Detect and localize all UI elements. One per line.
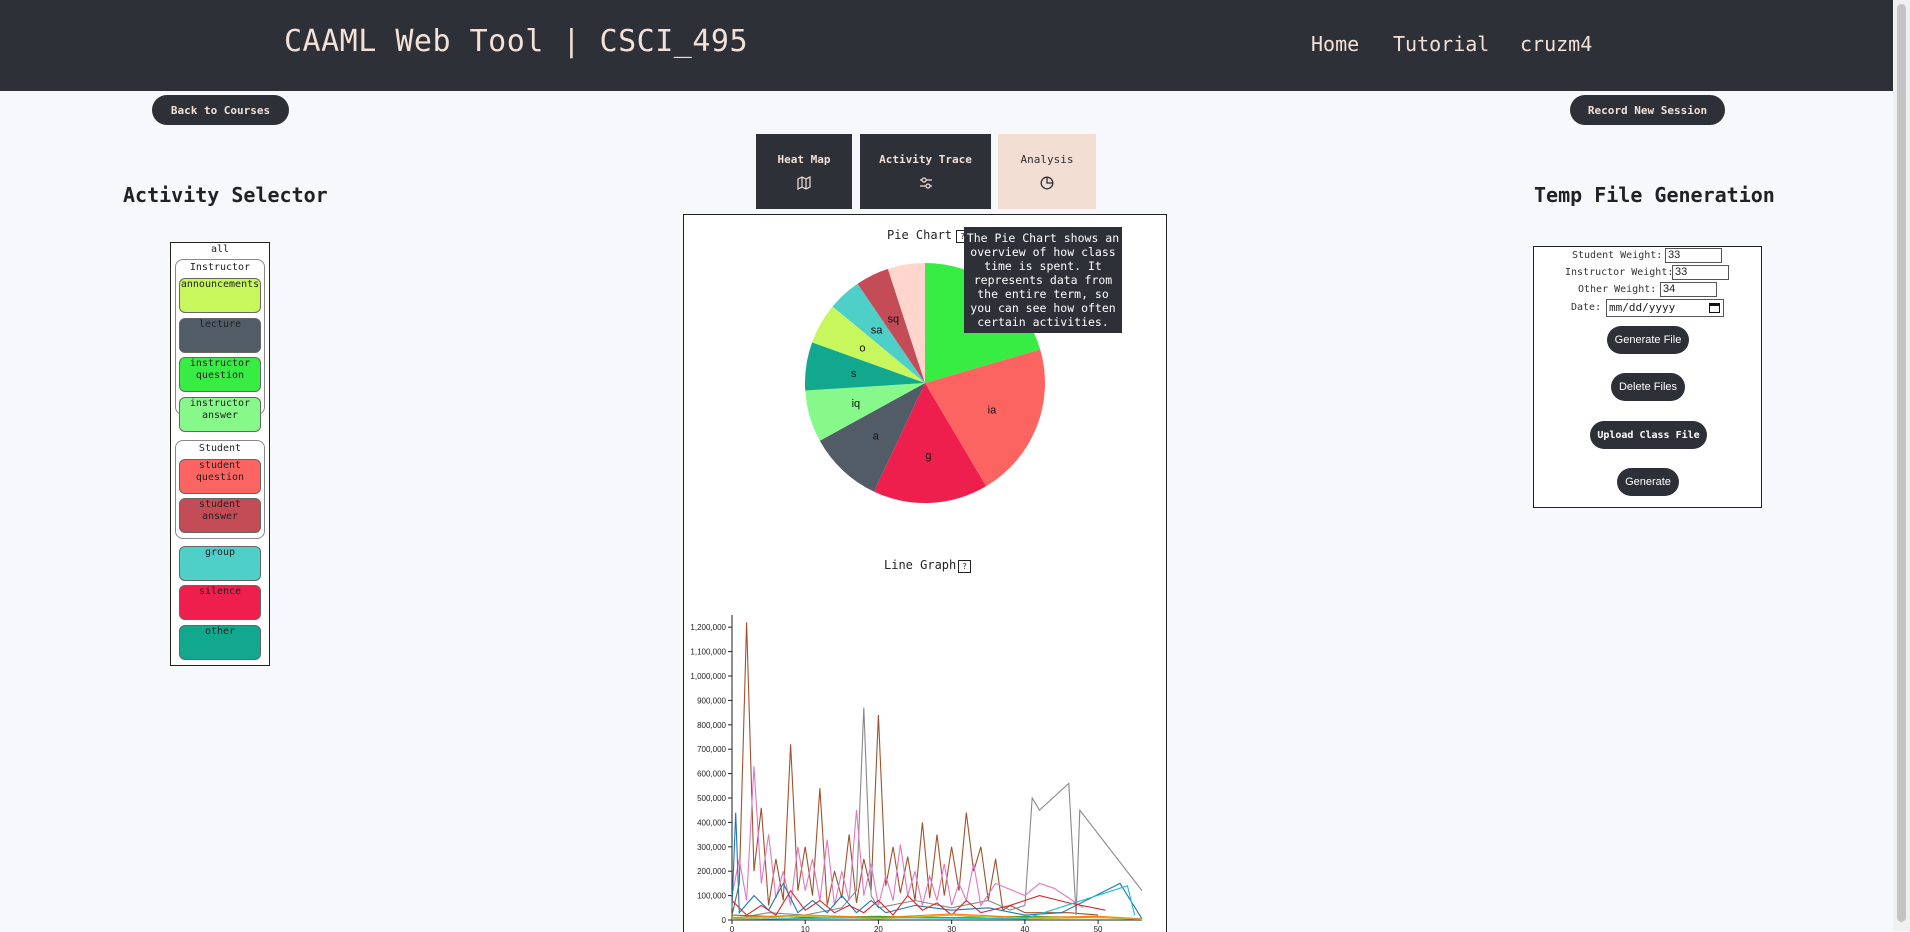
tab-activity-trace-label: Activity Trace [879, 153, 972, 166]
y-tick-label: 300,000 [697, 843, 726, 852]
activity-lecture[interactable]: lecture [179, 318, 261, 353]
page-scrollbar[interactable] [1893, 0, 1910, 931]
instructor-group-label: Instructor [189, 262, 251, 273]
nav-home-link[interactable]: Home [1311, 32, 1359, 56]
tab-heat-map-label: Heat Map [777, 153, 831, 166]
tab-heat-map[interactable]: Heat Map [756, 134, 852, 209]
other-weight-label: Other Weight: [1578, 284, 1657, 295]
tab-analysis[interactable]: Analysis [998, 134, 1096, 209]
activity-selector-panel: all Instructor Student announcements lec… [170, 242, 270, 666]
line-info-button[interactable]: ? [958, 560, 971, 573]
student-weight-input[interactable]: 33 [1665, 248, 1722, 263]
y-tick-label: 0 [722, 916, 727, 925]
date-label: Date: [1571, 302, 1602, 313]
pie-tooltip: The Pie Chart shows an overview of how c… [964, 227, 1122, 333]
y-tick-label: 400,000 [697, 818, 726, 827]
analysis-panel: Pie Chart ? liagaiqsosasq The Pie Chart … [683, 214, 1167, 932]
pie-slice-label: sq [888, 313, 900, 325]
pie-slice-label: a [873, 430, 880, 442]
activity-student-answer[interactable]: student answer [179, 498, 261, 533]
y-tick-label: 800,000 [697, 721, 726, 730]
sliders-icon [860, 176, 991, 193]
temp-file-heading: Temp File Generation [1534, 183, 1775, 207]
y-tick-label: 1,000,000 [690, 672, 726, 681]
activity-student-question[interactable]: student question [179, 459, 261, 494]
instructor-weight-label: Instructor Weight: [1565, 267, 1674, 278]
activity-instructor-question[interactable]: instructor question [179, 357, 261, 392]
pie-slice-label: sa [871, 325, 884, 337]
activity-other[interactable]: other [179, 625, 261, 660]
y-tick-label: 1,100,000 [690, 648, 726, 657]
y-tick-label: 700,000 [697, 745, 726, 754]
date-input-placeholder: mm/dd/yyyy [1609, 301, 1676, 314]
pie-slice-label: o [859, 342, 865, 354]
map-icon [756, 176, 852, 193]
y-tick-label: 900,000 [697, 696, 726, 705]
delete-files-button[interactable]: Delete Files [1611, 373, 1685, 401]
other-weight-input[interactable]: 34 [1660, 282, 1717, 297]
y-tick-label: 500,000 [697, 794, 726, 803]
record-new-session-button[interactable]: Record New Session [1570, 95, 1725, 125]
app-title: CAAML Web Tool | CSCI_495 [284, 24, 749, 59]
activity-silence[interactable]: silence [179, 585, 261, 620]
back-to-courses-button[interactable]: Back to Courses [152, 95, 289, 125]
top-navbar: CAAML Web Tool | CSCI_495 Home Tutorial … [0, 0, 1893, 91]
date-input[interactable]: mm/dd/yyyy [1606, 299, 1724, 317]
pie-slice-label: g [925, 450, 931, 462]
activity-selector-heading: Activity Selector [123, 183, 328, 207]
activity-all[interactable]: all [171, 244, 269, 255]
student-weight-label: Student Weight: [1572, 250, 1663, 261]
pie-icon [998, 176, 1096, 193]
instructor-weight-input[interactable]: 33 [1672, 265, 1729, 280]
y-tick-label: 600,000 [697, 770, 726, 779]
scrollbar-thumb[interactable] [1897, 4, 1906, 922]
nav-tutorial-link[interactable]: Tutorial [1393, 32, 1489, 56]
y-tick-label: 200,000 [697, 867, 726, 876]
y-tick-label: 100,000 [697, 892, 726, 901]
upload-class-file-button[interactable]: Upload Class File [1590, 421, 1707, 449]
line-graph-title: Line Graph [884, 558, 957, 572]
pie-slice-label: iq [852, 398, 861, 410]
temp-file-panel: Student Weight: 33 Instructor Weight: 33… [1533, 246, 1762, 508]
nav-user-link[interactable]: cruzm4 [1520, 32, 1592, 56]
student-group-label: Student [198, 443, 242, 454]
pie-slice-label: s [851, 368, 857, 380]
activity-instructor-answer[interactable]: instructor answer [179, 397, 261, 432]
tab-activity-trace[interactable]: Activity Trace [860, 134, 991, 209]
activity-announcements[interactable]: announcements [179, 278, 261, 313]
line-graph: 0 100,000 200,000 300,000 400,000 500,000 600,… [690, 615, 1143, 932]
y-tick-label: 1,200,000 [690, 623, 726, 632]
generate-button[interactable]: Generate [1617, 468, 1679, 496]
generate-file-button[interactable]: Generate File [1607, 326, 1689, 354]
activity-group[interactable]: group [179, 546, 261, 581]
calendar-icon[interactable] [1709, 302, 1720, 318]
pie-slice-label: ia [988, 405, 997, 417]
tab-analysis-label: Analysis [1020, 153, 1074, 166]
